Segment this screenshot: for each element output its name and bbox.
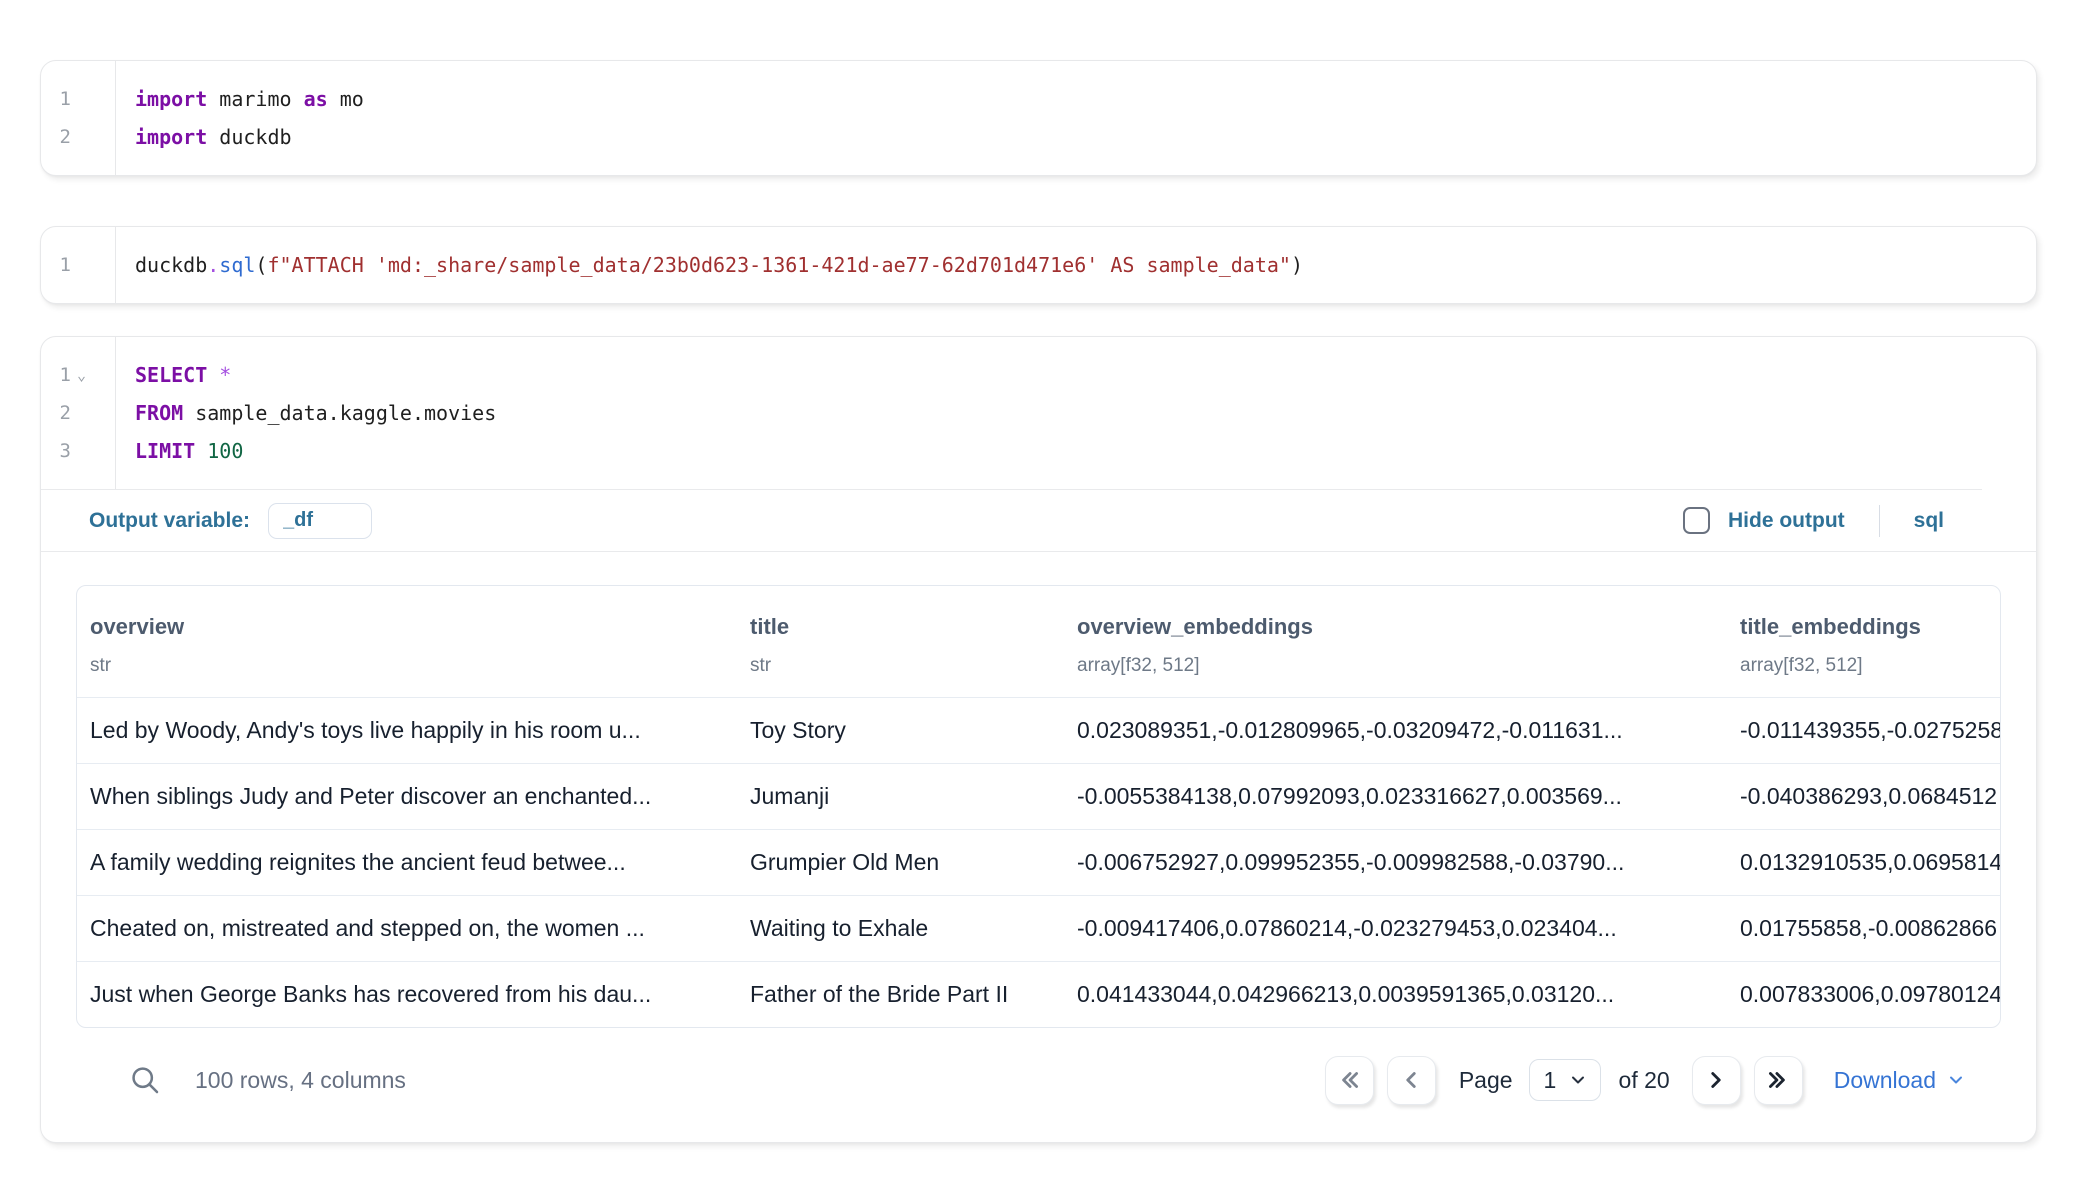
chevron-down-icon[interactable]: ⌄	[71, 356, 121, 394]
page-total-label: of 20	[1619, 1067, 1670, 1094]
code-cell-imports: 1 import marimo as mo 2 import duckdb	[40, 60, 2037, 176]
line-number-gutter: 1	[41, 80, 121, 118]
table-cell: -0.0055384138,0.07992093,0.023316627,0.0…	[1064, 783, 1727, 810]
column-header-overview_embeddings[interactable]: overview_embeddings array[f32, 512]	[1064, 614, 1727, 677]
line-number: 1	[41, 80, 71, 118]
line-number: 1	[41, 246, 71, 284]
chevron-left-icon	[1398, 1067, 1424, 1093]
code-line[interactable]: 1⌄SELECT *	[41, 356, 2036, 394]
table-row[interactable]: A family wedding reignites the ancient f…	[77, 830, 2000, 896]
line-number-gutter: 2	[41, 394, 121, 432]
code-text: SELECT *	[121, 356, 231, 394]
column-type: str	[90, 655, 737, 677]
table-cell: Grumpier Old Men	[737, 849, 1064, 876]
column-header-title[interactable]: title str	[737, 614, 1064, 677]
code-line[interactable]: 1 import marimo as mo	[41, 80, 2036, 118]
sql-cell-toolbar: Output variable: Hide output sql	[41, 490, 2036, 551]
table-row[interactable]: Just when George Banks has recovered fro…	[77, 962, 2000, 1027]
column-type: array[f32, 512]	[1077, 655, 1727, 677]
table-cell: 0.041433044,0.042966213,0.0039591365,0.0…	[1064, 981, 1727, 1008]
column-name: title	[750, 614, 1064, 640]
column-name: overview_embeddings	[1077, 614, 1727, 640]
table-cell: -0.011439355,-0.02752583	[1727, 717, 2000, 744]
table-cell: When siblings Judy and Peter discover an…	[77, 783, 737, 810]
table-row[interactable]: When siblings Judy and Peter discover an…	[77, 764, 2000, 830]
table-cell: -0.009417406,0.07860214,-0.023279453,0.0…	[1064, 915, 1727, 942]
table-cell: Cheated on, mistreated and stepped on, t…	[77, 915, 737, 942]
line-number: 3	[41, 432, 71, 470]
table-footer: 100 rows, 4 columns Page 1	[111, 1028, 1966, 1116]
search-icon[interactable]	[129, 1064, 161, 1096]
code-text: LIMIT 100	[121, 432, 243, 470]
code-editor[interactable]: 1 duckdb.sql(f"ATTACH 'md:_share/sample_d…	[41, 227, 2036, 303]
table-cell: -0.040386293,0.0684512	[1727, 783, 2000, 810]
table-cell: 0.0132910535,0.0695814	[1727, 849, 2000, 876]
download-label: Download	[1834, 1067, 1936, 1094]
table-row[interactable]: Cheated on, mistreated and stepped on, t…	[77, 896, 2000, 962]
table-cell: 0.023089351,-0.012809965,-0.03209472,-0.…	[1064, 717, 1727, 744]
prev-page-button[interactable]	[1387, 1056, 1436, 1105]
line-number-gutter: 1	[41, 246, 121, 284]
code-text: FROM sample_data.kaggle.movies	[121, 394, 496, 432]
table-cell: A family wedding reignites the ancient f…	[77, 849, 737, 876]
column-header-overview[interactable]: overview str	[77, 614, 737, 677]
code-editor[interactable]: 1 import marimo as mo 2 import duckdb	[41, 61, 2036, 175]
table-cell: Just when George Banks has recovered fro…	[77, 981, 737, 1008]
table-header: overview str title str overview_embeddingsar…	[77, 586, 2000, 698]
download-button[interactable]: Download	[1834, 1067, 1966, 1094]
first-page-button[interactable]	[1325, 1056, 1374, 1105]
output-variable-label: Output variable:	[89, 509, 250, 533]
code-line[interactable]: 1 duckdb.sql(f"ATTACH 'md:_share/sample_d…	[41, 246, 2036, 284]
table-row[interactable]: Led by Woody, Andy's toys live happily i…	[77, 698, 2000, 764]
code-cell-attach: 1 duckdb.sql(f"ATTACH 'md:_share/sample_d…	[40, 226, 2037, 304]
next-page-button[interactable]	[1692, 1056, 1741, 1105]
table-cell: Jumanji	[737, 783, 1064, 810]
code-editor[interactable]: 1⌄SELECT *2FROM sample_data.kaggle.movie…	[41, 337, 2036, 489]
line-number: 2	[41, 394, 71, 432]
dataframe-table: overview str title str overview_embeddingsar…	[76, 585, 2001, 1028]
page-label: Page	[1459, 1067, 1513, 1094]
hide-output-label: Hide output	[1728, 509, 1845, 533]
code-text: import marimo as mo	[121, 80, 364, 118]
column-name: overview	[90, 614, 737, 640]
table-cell: 0.01755858,-0.00862866	[1727, 915, 2000, 942]
chevron-down-icon	[1936, 1070, 1966, 1090]
line-number-gutter: 3	[41, 432, 121, 470]
double-chevron-left-icon	[1336, 1067, 1362, 1093]
column-header-title_embeddings[interactable]: title_embeddings array[f32, 512]	[1727, 614, 2000, 677]
code-line[interactable]: 2 import duckdb	[41, 118, 2036, 156]
hide-output-checkbox[interactable]	[1683, 507, 1710, 534]
table-cell: Led by Woody, Andy's toys live happily i…	[77, 717, 737, 744]
double-chevron-right-icon	[1765, 1067, 1791, 1093]
table-cell: Waiting to Exhale	[737, 915, 1064, 942]
code-line[interactable]: 2 FROM sample_data.kaggle.movies	[41, 394, 2036, 432]
table-cell: Toy Story	[737, 717, 1064, 744]
table-cell: Father of the Bride Part II	[737, 981, 1064, 1008]
line-number: 1	[41, 356, 71, 394]
output-variable-input[interactable]	[268, 503, 372, 539]
column-type: str	[750, 655, 1064, 677]
language-badge-sql[interactable]: sql	[1914, 509, 1944, 533]
table-cell: -0.006752927,0.099952355,-0.009982588,-0…	[1064, 849, 1727, 876]
page-select-value: 1	[1544, 1067, 1557, 1094]
last-page-button[interactable]	[1754, 1056, 1803, 1105]
code-text: import duckdb	[121, 118, 292, 156]
chevron-right-icon	[1703, 1067, 1729, 1093]
chevron-down-icon	[1568, 1070, 1588, 1090]
pagination: Page 1 of 20	[1325, 1056, 1966, 1105]
code-text: duckdb.sql(f"ATTACH 'md:_share/sample_da…	[121, 246, 1303, 284]
line-number-gutter: 2	[41, 118, 121, 156]
table-cell: 0.007833006,0.09780124	[1727, 981, 2000, 1008]
column-type: array[f32, 512]	[1740, 655, 2000, 677]
divider	[1879, 505, 1880, 537]
code-line[interactable]: 3 LIMIT 100	[41, 432, 2036, 470]
table-summary: 100 rows, 4 columns	[195, 1067, 406, 1094]
line-number: 2	[41, 118, 71, 156]
page-select[interactable]: 1	[1529, 1059, 1601, 1101]
line-number-gutter: 1⌄	[41, 356, 121, 394]
sql-cell: 1⌄SELECT *2FROM sample_data.kaggle.movie…	[40, 336, 2037, 1143]
table-body: Led by Woody, Andy's toys live happily i…	[77, 698, 2000, 1027]
column-name: title_embeddings	[1740, 614, 2000, 640]
cell-output: overview str title str overview_embeddingsar…	[41, 552, 2036, 1116]
